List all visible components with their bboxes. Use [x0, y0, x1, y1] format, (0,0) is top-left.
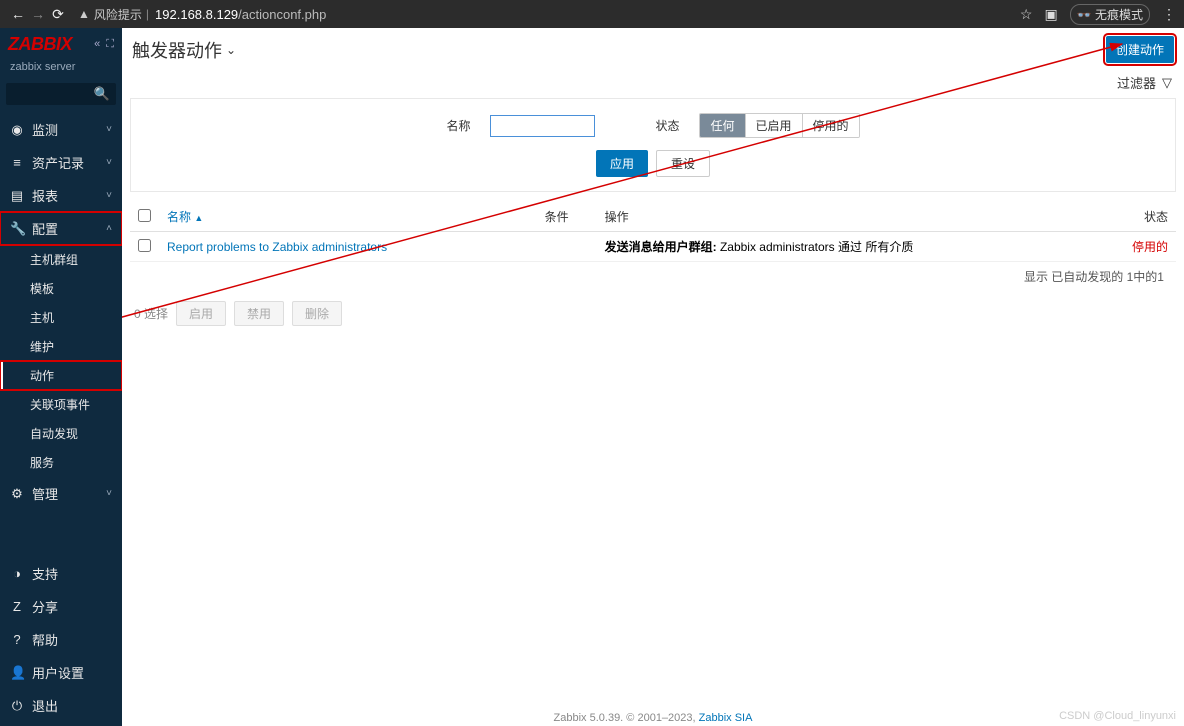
- menu-icon[interactable]: ⋮: [1162, 6, 1176, 23]
- col-name[interactable]: 名称 ▲: [159, 202, 537, 232]
- status-option-已启用[interactable]: 已启用: [746, 114, 803, 137]
- bulk-disable-button[interactable]: 禁用: [234, 301, 284, 326]
- sidebar-item-管理[interactable]: ⚙管理˅: [0, 477, 122, 510]
- address-bar[interactable]: 192.168.8.129/actionconf.php: [155, 7, 326, 22]
- nav-icon: Z: [10, 599, 24, 614]
- status-option-任何[interactable]: 任何: [700, 114, 745, 137]
- search-input[interactable]: 🔍: [6, 83, 116, 105]
- search-icon: 🔍: [94, 86, 110, 102]
- sidebar-item-监测[interactable]: ◉监测˅: [0, 113, 122, 146]
- status-segment: 任何已启用停用的: [699, 113, 859, 138]
- nav-icon: ≡: [10, 155, 24, 170]
- table-row: Report problems to Zabbix administrators…: [130, 232, 1176, 262]
- col-operation[interactable]: 操作: [597, 202, 1116, 232]
- collapse-icon[interactable]: «: [94, 38, 100, 51]
- sidebar-item-资产记录[interactable]: ≡资产记录˅: [0, 146, 122, 179]
- incognito-badge[interactable]: 👓 无痕模式: [1070, 4, 1150, 25]
- sidebar: ZABBIX « ⛶ zabbix server 🔍 ◉监测˅≡资产记录˅▤报表…: [0, 28, 122, 726]
- server-name: zabbix server: [0, 61, 122, 79]
- fullscreen-icon[interactable]: ⛶: [106, 38, 114, 51]
- nav-icon: ⚙: [10, 486, 24, 502]
- sidebar-bottom-帮助[interactable]: ?帮助: [0, 623, 122, 656]
- nav-icon: ◑: [10, 566, 24, 581]
- sidebar-sub-自动发现[interactable]: 自动发现: [0, 419, 122, 448]
- create-action-button[interactable]: 创建动作: [1106, 36, 1174, 63]
- sidebar-bottom-退出[interactable]: ⏻退出: [0, 689, 122, 722]
- chevron-down-icon: ⌄: [226, 43, 236, 57]
- sidebar-item-配置[interactable]: 🔧配置˄: [0, 212, 122, 245]
- chevron-icon: ˅: [106, 157, 112, 168]
- watermark: CSDN @Cloud_linyunxi: [1059, 710, 1176, 722]
- sidebar-item-报表[interactable]: ▤报表˅: [0, 179, 122, 212]
- nav-icon: 👤: [10, 665, 24, 681]
- chevron-icon: ˅: [106, 488, 112, 499]
- chevron-icon: ˅: [106, 190, 112, 201]
- apply-button[interactable]: 应用: [596, 150, 648, 177]
- browser-chrome: ← → ⟳ ▲ 风险提示 | 192.168.8.129/actionconf.…: [0, 0, 1184, 28]
- panel-icon[interactable]: ▣: [1044, 6, 1057, 23]
- bulk-delete-button[interactable]: 删除: [292, 301, 342, 326]
- filter-name-label: 名称: [446, 117, 470, 134]
- sidebar-sub-关联项事件[interactable]: 关联项事件: [0, 390, 122, 419]
- sidebar-sub-主机群组[interactable]: 主机群组: [0, 245, 122, 274]
- status-option-停用的[interactable]: 停用的: [803, 114, 859, 137]
- col-condition[interactable]: 条件: [537, 202, 597, 232]
- action-name-link[interactable]: Report problems to Zabbix administrators: [167, 240, 387, 254]
- nav-icon: ?: [10, 632, 24, 647]
- col-status[interactable]: 状态: [1116, 202, 1176, 232]
- sidebar-sub-模板[interactable]: 模板: [0, 274, 122, 303]
- bulk-actions: 0 选择 启用 禁用 删除: [122, 291, 1184, 336]
- actions-table: 名称 ▲ 条件 操作 状态 Report problems to Zabbix …: [130, 202, 1176, 262]
- filter-name-input[interactable]: [490, 115, 595, 137]
- logo[interactable]: ZABBIX: [8, 34, 72, 55]
- page-footer: Zabbix 5.0.39. © 2001–2023, Zabbix SIA: [122, 712, 1184, 724]
- filter-icon: ▽: [1162, 75, 1172, 91]
- page-title[interactable]: 触发器动作⌄: [132, 37, 236, 63]
- sidebar-sub-服务[interactable]: 服务: [0, 448, 122, 477]
- sidebar-bottom-用户设置[interactable]: 👤用户设置: [0, 656, 122, 689]
- sidebar-bottom-分享[interactable]: Z分享: [0, 590, 122, 623]
- chevron-icon: ˄: [106, 223, 112, 234]
- security-warning[interactable]: ▲ 风险提示 |: [78, 6, 149, 23]
- warning-icon: ▲: [78, 7, 90, 21]
- nav-icon: ⏻: [10, 698, 24, 714]
- nav-icon: ◉: [10, 122, 24, 138]
- back-icon[interactable]: ←: [8, 6, 28, 22]
- sidebar-bottom-支持[interactable]: ◑支持: [0, 557, 122, 590]
- status-badge[interactable]: 停用的: [1132, 240, 1168, 254]
- table-footer: 显示 已自动发现的 1中的1: [130, 262, 1176, 291]
- footer-link[interactable]: Zabbix SIA: [699, 712, 753, 724]
- bulk-enable-button[interactable]: 启用: [176, 301, 226, 326]
- select-all-checkbox[interactable]: [138, 209, 151, 222]
- reload-icon[interactable]: ⟳: [48, 6, 68, 23]
- sidebar-sub-主机[interactable]: 主机: [0, 303, 122, 332]
- nav-icon: 🔧: [10, 221, 24, 237]
- forward-icon: →: [28, 6, 48, 22]
- reset-button[interactable]: 重设: [656, 150, 710, 177]
- filter-toggle[interactable]: 过滤器 ▽: [1117, 73, 1172, 92]
- star-icon[interactable]: ☆: [1020, 6, 1033, 23]
- nav-icon: ▤: [10, 188, 24, 204]
- filter-panel: 名称 状态 任何已启用停用的 应用 重设: [130, 98, 1176, 192]
- filter-status-label: 状态: [655, 117, 679, 134]
- sidebar-sub-维护[interactable]: 维护: [0, 332, 122, 361]
- chevron-icon: ˅: [106, 124, 112, 135]
- row-checkbox[interactable]: [138, 239, 151, 252]
- main-content: 触发器动作⌄ 创建动作 过滤器 ▽ 名称 状态 任何已启用停用的 应用 重设: [122, 28, 1184, 726]
- sidebar-sub-动作[interactable]: 动作: [0, 361, 122, 390]
